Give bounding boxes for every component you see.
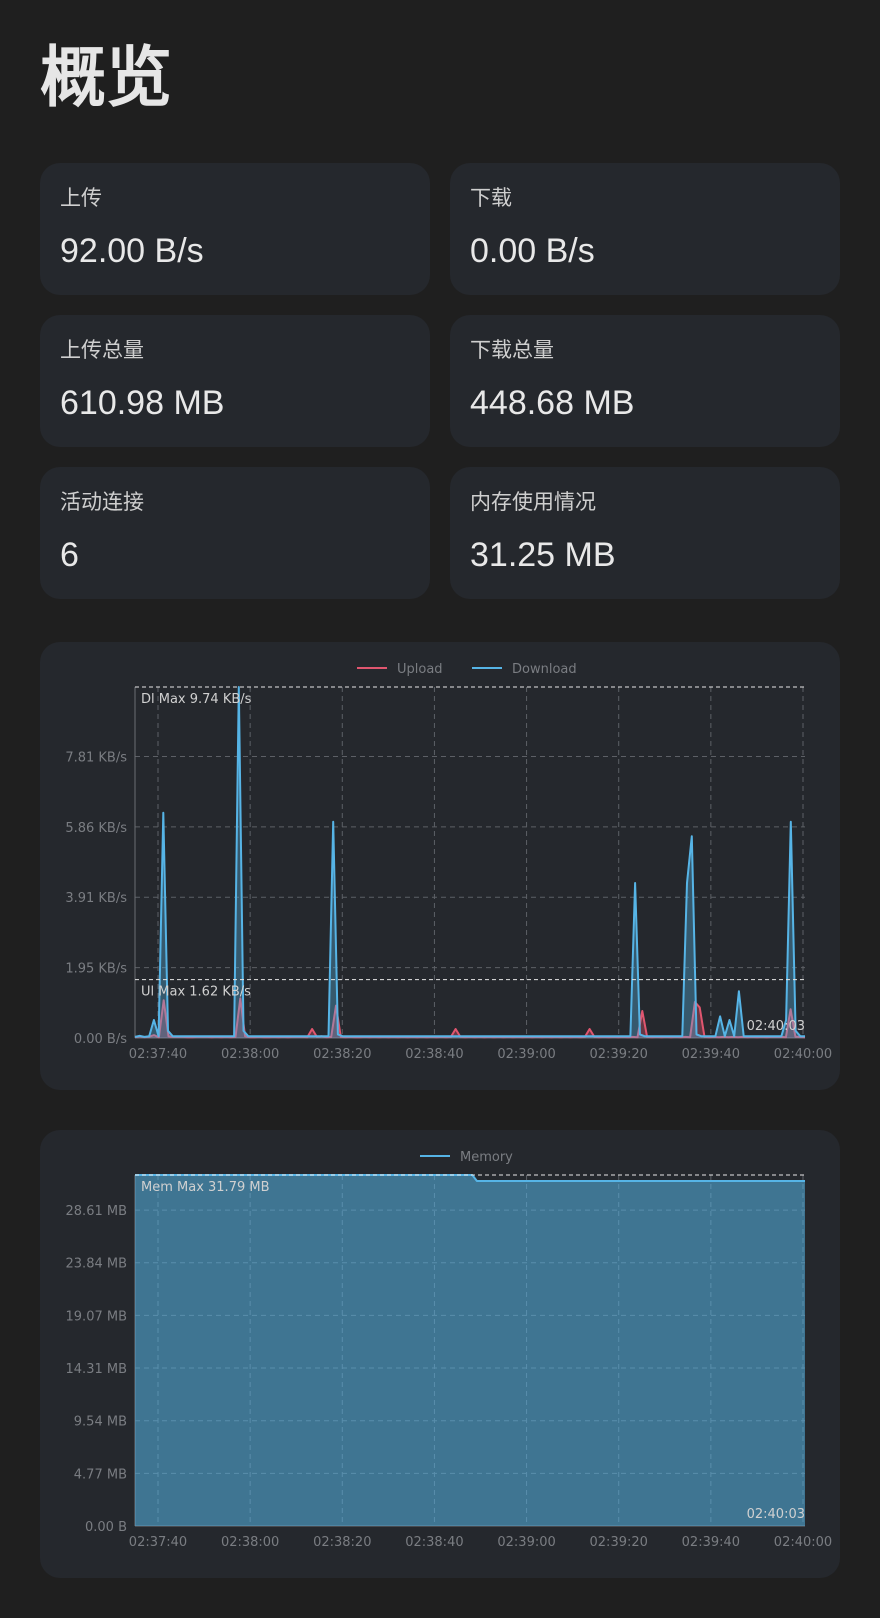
x-tick-label: 02:40:00 [774, 1535, 832, 1550]
legend-label-download: Download [512, 662, 577, 677]
x-tick-label: 02:39:00 [497, 1047, 555, 1062]
stat-value: 31.25 MB [470, 536, 616, 574]
page-title: 概览 [40, 39, 172, 116]
y-tick-label: 0.00 B [85, 1520, 127, 1535]
stat-label: 内存使用情况 [470, 490, 596, 514]
stat-label: 下载 [470, 186, 512, 210]
stat-card-download-total: 下载总量 448.68 MB [450, 315, 840, 447]
x-tick-label: 02:37:40 [129, 1535, 187, 1550]
stat-card-memory-usage: 内存使用情况 31.25 MB [450, 467, 840, 599]
stat-value: 6 [60, 536, 79, 574]
y-tick-label: 14.31 MB [66, 1362, 127, 1377]
x-tick-label: 02:40:00 [774, 1047, 832, 1062]
y-tick-label: 28.61 MB [66, 1204, 127, 1219]
traffic-chart-card: Upload Download 02:37:40 02:38:00 02:38:20 02… [40, 642, 840, 1090]
stat-card-active-connections[interactable]: 活动连接 6 [40, 467, 430, 599]
stat-card-upload: 上传 92.00 B/s [40, 163, 430, 295]
y-tick-label: 1.95 KB/s [65, 962, 127, 977]
x-tick-label: 02:37:40 [129, 1047, 187, 1062]
stat-label: 上传 [60, 186, 102, 210]
x-tick-label: 02:39:20 [590, 1047, 648, 1062]
x-tick-label: 02:38:40 [405, 1047, 463, 1062]
max-label-upload: Ul Max 1.62 KB/s [141, 985, 251, 1000]
stat-value: 610.98 MB [60, 384, 225, 422]
stat-value: 0.00 B/s [470, 232, 595, 270]
memory-chart[interactable]: Memory 02:37:40 02:38:00 02:38:20 02:38:40 02… [40, 1130, 840, 1578]
x-tick-label: 02:39:40 [682, 1535, 740, 1550]
last-time-label: 02:40:03 [747, 1019, 805, 1034]
y-tick-label: 23.84 MB [66, 1257, 127, 1272]
x-tick-label: 02:38:20 [313, 1047, 371, 1062]
x-tick-label: 02:39:20 [590, 1535, 648, 1550]
x-tick-label: 02:38:20 [313, 1535, 371, 1550]
y-tick-label: 9.54 MB [74, 1415, 127, 1430]
x-tick-label: 02:38:40 [405, 1535, 463, 1550]
y-tick-label: 0.00 B/s [74, 1032, 127, 1047]
stat-value: 448.68 MB [470, 384, 635, 422]
stat-value: 92.00 B/s [60, 232, 204, 270]
legend-label-memory: Memory [460, 1150, 513, 1165]
stat-label: 下载总量 [470, 338, 554, 362]
y-tick-label: 4.77 MB [74, 1467, 127, 1482]
y-tick-label: 19.07 MB [66, 1309, 127, 1324]
series-area-memory [135, 1175, 805, 1526]
max-label-memory: Mem Max 31.79 MB [141, 1180, 270, 1195]
memory-chart-card: Memory 02:37:40 02:38:00 02:38:20 02:38:40 02… [40, 1130, 840, 1578]
legend-label-upload: Upload [397, 662, 443, 677]
y-tick-label: 5.86 KB/s [65, 821, 127, 836]
x-tick-label: 02:38:00 [221, 1535, 279, 1550]
x-tick-label: 02:38:00 [221, 1047, 279, 1062]
stat-label: 上传总量 [60, 338, 144, 362]
y-tick-label: 3.91 KB/s [65, 891, 127, 906]
y-tick-label: 7.81 KB/s [65, 750, 127, 765]
stat-card-download: 下载 0.00 B/s [450, 163, 840, 295]
stat-label: 活动连接 [60, 490, 144, 514]
last-time-label: 02:40:03 [747, 1507, 805, 1522]
max-label-download: Dl Max 9.74 KB/s [141, 692, 252, 707]
stats-grid: 上传 92.00 B/s 下载 0.00 B/s 上传总量 610.98 MB … [40, 163, 840, 599]
stat-card-upload-total: 上传总量 610.98 MB [40, 315, 430, 447]
x-tick-label: 02:39:40 [682, 1047, 740, 1062]
x-tick-label: 02:39:00 [497, 1535, 555, 1550]
traffic-chart[interactable]: Upload Download 02:37:40 02:38:00 02:38:20 02… [40, 642, 840, 1090]
